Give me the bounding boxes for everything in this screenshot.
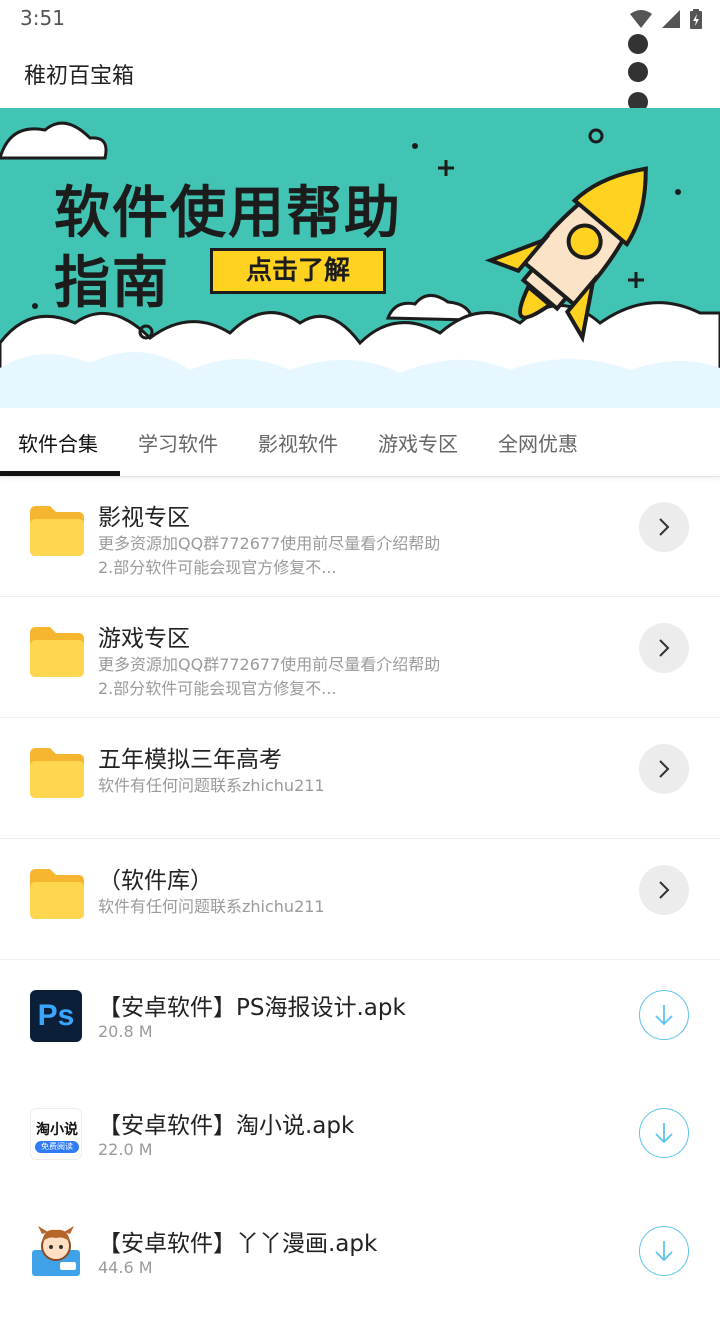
item-name: 【安卓软件】丫丫漫画.apk (98, 1231, 378, 1257)
item-description-line1: 更多资源加QQ群772677使用前尽量看介绍帮助 (98, 655, 441, 674)
item-name: 影视专区 (98, 505, 190, 531)
download-arrow-icon (655, 1123, 673, 1144)
open-folder-button[interactable] (639, 865, 689, 915)
item-size: 22.0 M (98, 1140, 153, 1159)
app-bar: 稚初百宝箱 (0, 34, 720, 112)
item-size: 44.6 M (98, 1258, 153, 1277)
list-item[interactable]: Ps 【安卓软件】PS海报设计.apk 20.8 M (0, 984, 720, 1102)
tab-software-collection[interactable]: 软件合集 (18, 428, 98, 457)
item-name: 游戏专区 (98, 626, 190, 652)
item-description: 更多资源加QQ群772677使用前尽量看介绍帮助 2.部分软件可能会现官方修复不… (98, 653, 498, 701)
item-name: 五年模拟三年高考 (98, 747, 282, 773)
tab-learning-software[interactable]: 学习软件 (138, 428, 218, 457)
list-item[interactable]: 五年模拟三年高考 软件有任何问题联系zhichu211 (0, 718, 720, 839)
chevron-right-icon (659, 639, 670, 657)
chevron-right-icon (659, 881, 670, 899)
tab-game-zone[interactable]: 游戏专区 (378, 428, 458, 457)
item-description-line1: 软件有任何问题联系zhichu211 (98, 897, 325, 916)
item-description: 软件有任何问题联系zhichu211 (98, 774, 498, 798)
battery-icon (690, 9, 702, 29)
folder-icon (30, 748, 84, 798)
item-size: 20.8 M (98, 1022, 153, 1041)
tab-deals[interactable]: 全网优惠 (498, 428, 578, 457)
item-description-line2: 2.部分软件可能会现官方修复不... (98, 558, 337, 577)
list-item[interactable]: 【安卓软件】丫丫漫画.apk 44.6 M (0, 1220, 720, 1338)
folder-icon (30, 506, 84, 556)
download-button[interactable] (639, 990, 689, 1040)
app-title: 稚初百宝箱 (24, 64, 135, 89)
category-tabs: 软件合集 学习软件 影视软件 游戏专区 全网优惠 (0, 408, 720, 477)
download-button[interactable] (639, 1108, 689, 1158)
item-name: 【安卓软件】淘小说.apk (98, 1113, 355, 1139)
chevron-right-icon (659, 518, 670, 536)
photoshop-icon-text: Ps (37, 999, 75, 1032)
download-arrow-icon (655, 1241, 673, 1262)
banner-learn-more-button[interactable]: 点击了解 (210, 248, 386, 294)
open-folder-button[interactable] (639, 623, 689, 673)
item-description: 更多资源加QQ群772677使用前尽量看介绍帮助 2.部分软件可能会现官方修复不… (98, 532, 498, 580)
item-description-line2: 2.部分软件可能会现官方修复不... (98, 679, 337, 698)
open-folder-button[interactable] (639, 502, 689, 552)
signal-icon (662, 10, 680, 28)
item-name: 【安卓软件】PS海报设计.apk (98, 995, 406, 1021)
folder-icon (30, 869, 84, 919)
overflow-dot (628, 62, 648, 82)
item-description: 软件有任何问题联系zhichu211 (98, 895, 498, 919)
tab-video-software[interactable]: 影视软件 (258, 428, 338, 457)
list-item[interactable]: 游戏专区 更多资源加QQ群772677使用前尽量看介绍帮助 2.部分软件可能会现… (0, 597, 720, 718)
status-icons (630, 8, 702, 30)
taoxiaoshuo-icon-subtext: 免费阅读 (35, 1141, 79, 1153)
folder-icon (30, 627, 84, 677)
taoxiaoshuo-icon: 淘小说 免费阅读 (30, 1108, 82, 1160)
list-item[interactable]: 影视专区 更多资源加QQ群772677使用前尽量看介绍帮助 2.部分软件可能会现… (0, 476, 720, 597)
photoshop-icon: Ps (30, 990, 82, 1042)
overflow-menu-button[interactable] (620, 34, 656, 112)
status-time: 3:51 (20, 6, 65, 30)
download-button[interactable] (639, 1226, 689, 1276)
list-item[interactable]: 淘小说 免费阅读 【安卓软件】淘小说.apk 22.0 M (0, 1102, 720, 1220)
list-item[interactable]: （软件库） 软件有任何问题联系zhichu211 (0, 839, 720, 960)
taoxiaoshuo-icon-text: 淘小说 (36, 1122, 78, 1138)
item-list: 影视专区 更多资源加QQ群772677使用前尽量看介绍帮助 2.部分软件可能会现… (0, 476, 720, 1338)
overflow-dot (628, 34, 648, 54)
open-folder-button[interactable] (639, 744, 689, 794)
item-description-line1: 软件有任何问题联系zhichu211 (98, 776, 325, 795)
wifi-icon (630, 10, 652, 28)
download-arrow-icon (655, 1005, 673, 1026)
yaya-manhua-icon (32, 1226, 80, 1276)
item-description-line1: 更多资源加QQ群772677使用前尽量看介绍帮助 (98, 534, 441, 553)
item-name: （软件库） (98, 868, 213, 894)
chevron-right-icon (659, 760, 670, 778)
banner-title-line2: 指南 (54, 251, 170, 316)
banner-title-line1: 软件使用帮助 (54, 181, 402, 246)
status-bar: 3:51 (0, 0, 720, 36)
help-banner[interactable]: 软件使用帮助 指南 点击了解 (0, 108, 720, 408)
